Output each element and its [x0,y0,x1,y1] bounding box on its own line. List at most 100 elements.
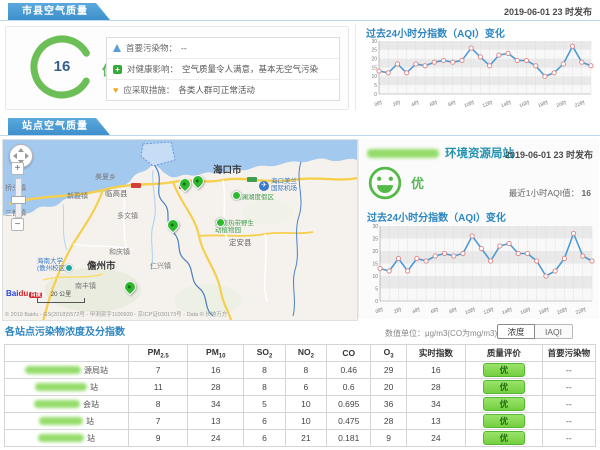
zoom-slider-handle[interactable] [11,196,26,204]
station-name-suffix: 站 [90,382,98,393]
toggle-iaqi[interactable]: IAQI [535,324,573,339]
station-name-suffix: 会站 [83,399,99,410]
table-cell: 8 [285,362,326,379]
svg-text:25: 25 [372,236,378,242]
map-label: 仁兴镇 [150,263,171,271]
grade-badge: 优 [483,431,525,445]
station-grade: 优 [411,173,424,192]
info-label: 对健康影响： [127,63,178,75]
zoom-in-button[interactable]: + [11,162,24,175]
table-cell: 28 [406,379,465,396]
info-value: 空气质量令人满意，基本无空气污染 [182,63,318,75]
table-row: 站9246210.181924优-- [5,430,596,447]
svg-text:15: 15 [371,65,377,71]
svg-text:10时: 10时 [463,99,475,107]
svg-text:2时: 2时 [393,306,403,314]
toggle-concentration[interactable]: 浓度 [497,324,535,339]
panel-divider [355,24,356,110]
station-name-suffix: 站 [87,433,95,444]
map-label: 定安县 [229,239,252,247]
svg-text:16时: 16时 [519,306,531,314]
info-row: 首要污染物：-- [107,38,339,59]
primary-pollutant-cell: -- [542,362,595,379]
svg-text:12时: 12时 [481,99,493,107]
svg-text:16时: 16时 [518,99,530,107]
svg-text:0时: 0时 [374,99,384,107]
table-cell: 28 [371,413,406,430]
airplane-icon: ✈ [259,181,269,191]
table-cell: 0.6 [327,379,371,396]
svg-text:22时: 22时 [574,99,586,107]
table-col-header: PM10 [188,345,244,362]
info-row: ♥应采取措施：各类人群可正常活动 [107,80,339,100]
station-card: 环境资源局站 2019-06-01 23 时发布 优 最近1小时AQI值： 16… [358,139,599,319]
publish-time: 2019-06-01 23 时发布 [504,5,592,18]
table-cell: 0.695 [327,396,371,413]
map-label: 临高县 [105,190,128,198]
svg-text:20: 20 [371,56,377,62]
table-cell: 0.46 [327,362,371,379]
svg-text:20: 20 [372,249,378,255]
table-cell: 21 [285,430,326,447]
svg-text:18时: 18时 [537,99,549,107]
map-label: 美夏乡 [95,174,116,182]
redacted-station-name [35,383,87,391]
table-col-header: 质量评价 [465,345,542,362]
table-cell: 6 [244,430,285,447]
station-publish-time: 2019-06-01 23 时发布 [505,148,593,161]
health-icon: + [113,65,122,74]
table-cell: 28 [188,379,244,396]
table-col-header: NO2 [285,345,326,362]
table-cell: 13 [188,413,244,430]
station-latest-aqi: 最近1小时AQI值： 16 [509,187,591,199]
table-row: 会站8345100.6953634优-- [5,396,596,413]
smiley-face-icon [367,165,403,201]
table-row: 站7136100.4752813优-- [5,413,596,430]
table-cell: 20 [371,379,406,396]
svg-text:14时: 14时 [500,99,512,107]
svg-text:20时: 20时 [555,99,567,107]
table-title: 各站点污染物浓度及分指数 [5,323,125,338]
table-cell: 36 [371,396,406,413]
map-label: 和庆镇 [109,249,130,257]
table-cell: 7 [129,362,188,379]
table-col-header [5,345,129,362]
table-cell: 8 [129,396,188,413]
station-aqi-chart: 0510152025300时2时4时6时8时10时12时14时16时18时20时… [363,222,597,314]
redacted-station-name [25,366,81,374]
table-cell: 10 [285,413,326,430]
table-row: 源局站716880.462916优-- [5,362,596,379]
table-cell: 24 [188,430,244,447]
svg-text:12时: 12时 [482,306,494,314]
table-col-header: O3 [371,345,406,362]
table-cell: 11 [129,379,188,396]
station-name: 环境资源局站 [445,145,514,161]
primary-pollutant-cell: -- [542,430,595,447]
university-icon [65,264,73,272]
table-col-header: SO2 [244,345,285,362]
table-cell: 24 [406,430,465,447]
svg-text:0时: 0时 [375,306,385,314]
header-divider-2 [0,135,600,136]
table-col-header: 实时指数 [406,345,465,362]
svg-text:10时: 10时 [464,306,476,314]
svg-text:5: 5 [374,83,377,89]
primary-pollutant-cell: -- [542,396,595,413]
primary-pollutant-cell: -- [542,413,595,430]
map-label: 海南大学(儋州校区) [37,258,67,272]
baidu-map[interactable]: 海口市儋州市临高县定安县桥头镇美夏乡新盈镇三都镇多文镇和庆镇仁兴镇南丰镇海口美兰… [2,139,358,321]
svg-text:8时: 8时 [447,99,457,107]
station-name-suffix: 源局站 [84,365,108,376]
primary-pollutant-cell: -- [542,379,595,396]
table-row: 站1128860.62028优-- [5,379,596,396]
measure-icon: ♥ [113,86,118,95]
svg-text:20时: 20时 [556,306,568,314]
aqi-info-box: 首要污染物：-- + 对健康影响： 空气质量令人满意，基本无空气污染 ♥应采取措施：各类… [106,37,340,101]
svg-text:18时: 18时 [538,306,550,314]
table-cell: 9 [371,430,406,447]
svg-text:4时: 4时 [410,99,420,107]
station-dot-icon[interactable] [216,218,225,227]
table-cell: 5 [244,396,285,413]
station-dot-icon[interactable] [232,191,241,200]
zoom-out-button[interactable]: − [11,218,24,231]
